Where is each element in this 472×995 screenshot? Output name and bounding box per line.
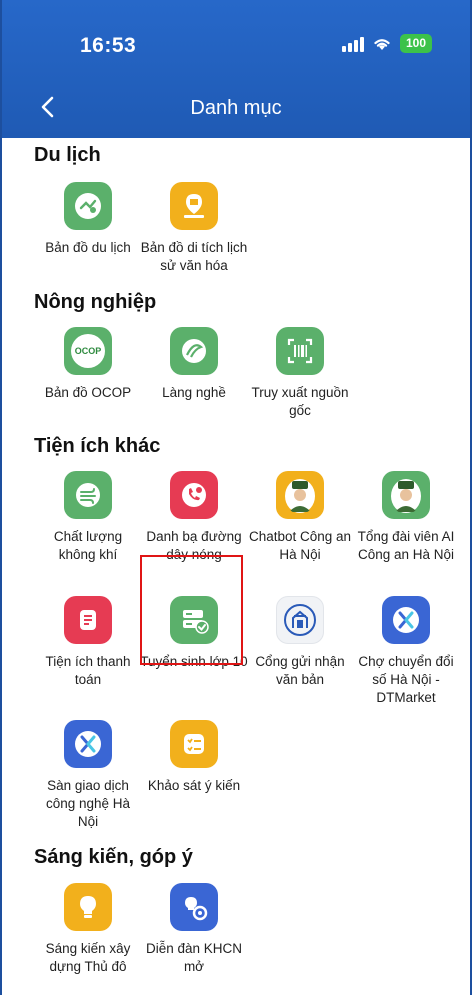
menu-item-label: Cổng gửi nhận văn bản — [255, 654, 345, 687]
header-bar: 16:53 100 Danh mục — [2, 0, 470, 138]
menu-item-ban-do-ocop[interactable]: OCOP Bản đồ OCOP — [34, 327, 142, 402]
menu-item-tien-ich-thanh-toan[interactable]: Tiện ích thanh toán — [34, 596, 142, 689]
menu-item-label: Sáng kiến xây dựng Thủ đô — [45, 941, 131, 974]
ocop-icon: OCOP — [64, 327, 112, 375]
police-ai-operator-icon — [382, 471, 430, 519]
menu-item-label: Tổng đài viên AI Công an Hà Nội — [357, 529, 455, 562]
menu-item-label: Chất lượng không khí — [53, 529, 123, 562]
menu-item-truy-xuat-nguon-goc[interactable]: Truy xuất nguồn gốc — [246, 327, 354, 420]
menu-item-lang-nghe[interactable]: Làng nghề — [140, 327, 248, 402]
battery-indicator: 100 — [399, 34, 432, 53]
menu-item-cho-chuyen-doi-so[interactable]: Chợ chuyển đổi số Hà Nội - DTMarket — [352, 596, 460, 707]
police-chatbot-icon — [276, 471, 324, 519]
menu-item-chat-luong-khong-khi[interactable]: Chất lượng không khí — [34, 471, 142, 564]
menu-item-label: Bản đồ di tích lịch sử văn hóa — [140, 240, 248, 273]
payment-icon — [64, 596, 112, 644]
menu-item-label: Danh bạ đường dây nóng — [146, 529, 242, 562]
menu-item-label: Bản đồ OCOP — [44, 385, 132, 400]
menu-item-label: Làng nghề — [162, 385, 226, 400]
hotline-phone-icon — [170, 471, 218, 519]
app-screen: 16:53 100 Danh mục Du lịch Bản đồ du lịc… — [0, 0, 472, 995]
menu-item-label: Chatbot Công an Hà Nội — [248, 529, 352, 562]
menu-item-label: Tuyển sinh lớp 10 — [140, 654, 248, 669]
menu-item-danh-ba-duong-day-nong[interactable]: Danh bạ đường dây nóng — [140, 471, 248, 564]
menu-item-san-giao-dich-cong-nghe[interactable]: Sàn giao dịch công nghệ Hà Nội — [34, 720, 142, 831]
menu-item-label: Sàn giao dịch công nghệ Hà Nội — [45, 778, 131, 829]
menu-item-dien-dan-khcn[interactable]: Diễn đàn KHCN mở — [140, 883, 248, 976]
menu-item-ban-do-du-lich[interactable]: Bản đồ du lịch — [34, 182, 142, 257]
craft-village-icon — [170, 327, 218, 375]
menu-item-label: Truy xuất nguồn gốc — [251, 385, 349, 418]
page-title: Danh mục — [190, 97, 282, 119]
section-title-tien-ich-khac: Tiện ích khác — [34, 435, 161, 457]
section-title-nong-nghiep: Nông nghiệp — [34, 291, 157, 313]
science-forum-icon — [170, 883, 218, 931]
enrollment-icon — [170, 596, 218, 644]
menu-item-label: Khảo sát ý kiến — [147, 778, 241, 793]
menu-item-sang-kien-xay-dung[interactable]: Sáng kiến xây dựng Thủ đô — [34, 883, 142, 976]
air-quality-icon — [64, 471, 112, 519]
section-title-sang-kien-gop-y: Sáng kiến, góp ý — [34, 846, 193, 868]
menu-item-label: Bản đồ du lịch — [45, 240, 131, 255]
menu-item-khao-sat-y-kien[interactable]: Khảo sát ý kiến — [140, 720, 248, 795]
tech-exchange-icon — [64, 720, 112, 768]
menu-item-chatbot-cong-an[interactable]: Chatbot Công an Hà Nội — [246, 471, 354, 564]
heritage-map-icon — [170, 182, 218, 230]
barcode-scan-icon — [276, 327, 324, 375]
menu-item-label: Diễn đàn KHCN mở — [145, 941, 243, 974]
travel-map-icon — [64, 182, 112, 230]
survey-icon — [170, 720, 218, 768]
section-title-du-lich: Du lịch — [34, 144, 101, 166]
status-icons: 100 — [341, 34, 432, 53]
menu-item-ban-do-di-tich[interactable]: Bản đồ di tích lịch sử văn hóa — [140, 182, 248, 275]
wifi-icon — [374, 38, 390, 50]
dtmarket-icon — [382, 596, 430, 644]
idea-bulb-icon — [64, 883, 112, 931]
menu-item-label: Tiện ích thanh toán — [45, 654, 131, 687]
menu-item-tong-dai-vien-ai[interactable]: Tổng đài viên AI Công an Hà Nội — [352, 471, 460, 564]
status-time: 16:53 — [80, 34, 137, 57]
menu-item-label: Chợ chuyển đổi số Hà Nội - DTMarket — [358, 654, 454, 705]
document-portal-icon — [276, 596, 324, 644]
signal-icon — [341, 36, 364, 52]
menu-item-cong-gui-nhan-van-ban[interactable]: Cổng gửi nhận văn bản — [246, 596, 354, 689]
menu-item-tuyen-sinh-lop-10[interactable]: Tuyển sinh lớp 10 — [140, 596, 248, 671]
